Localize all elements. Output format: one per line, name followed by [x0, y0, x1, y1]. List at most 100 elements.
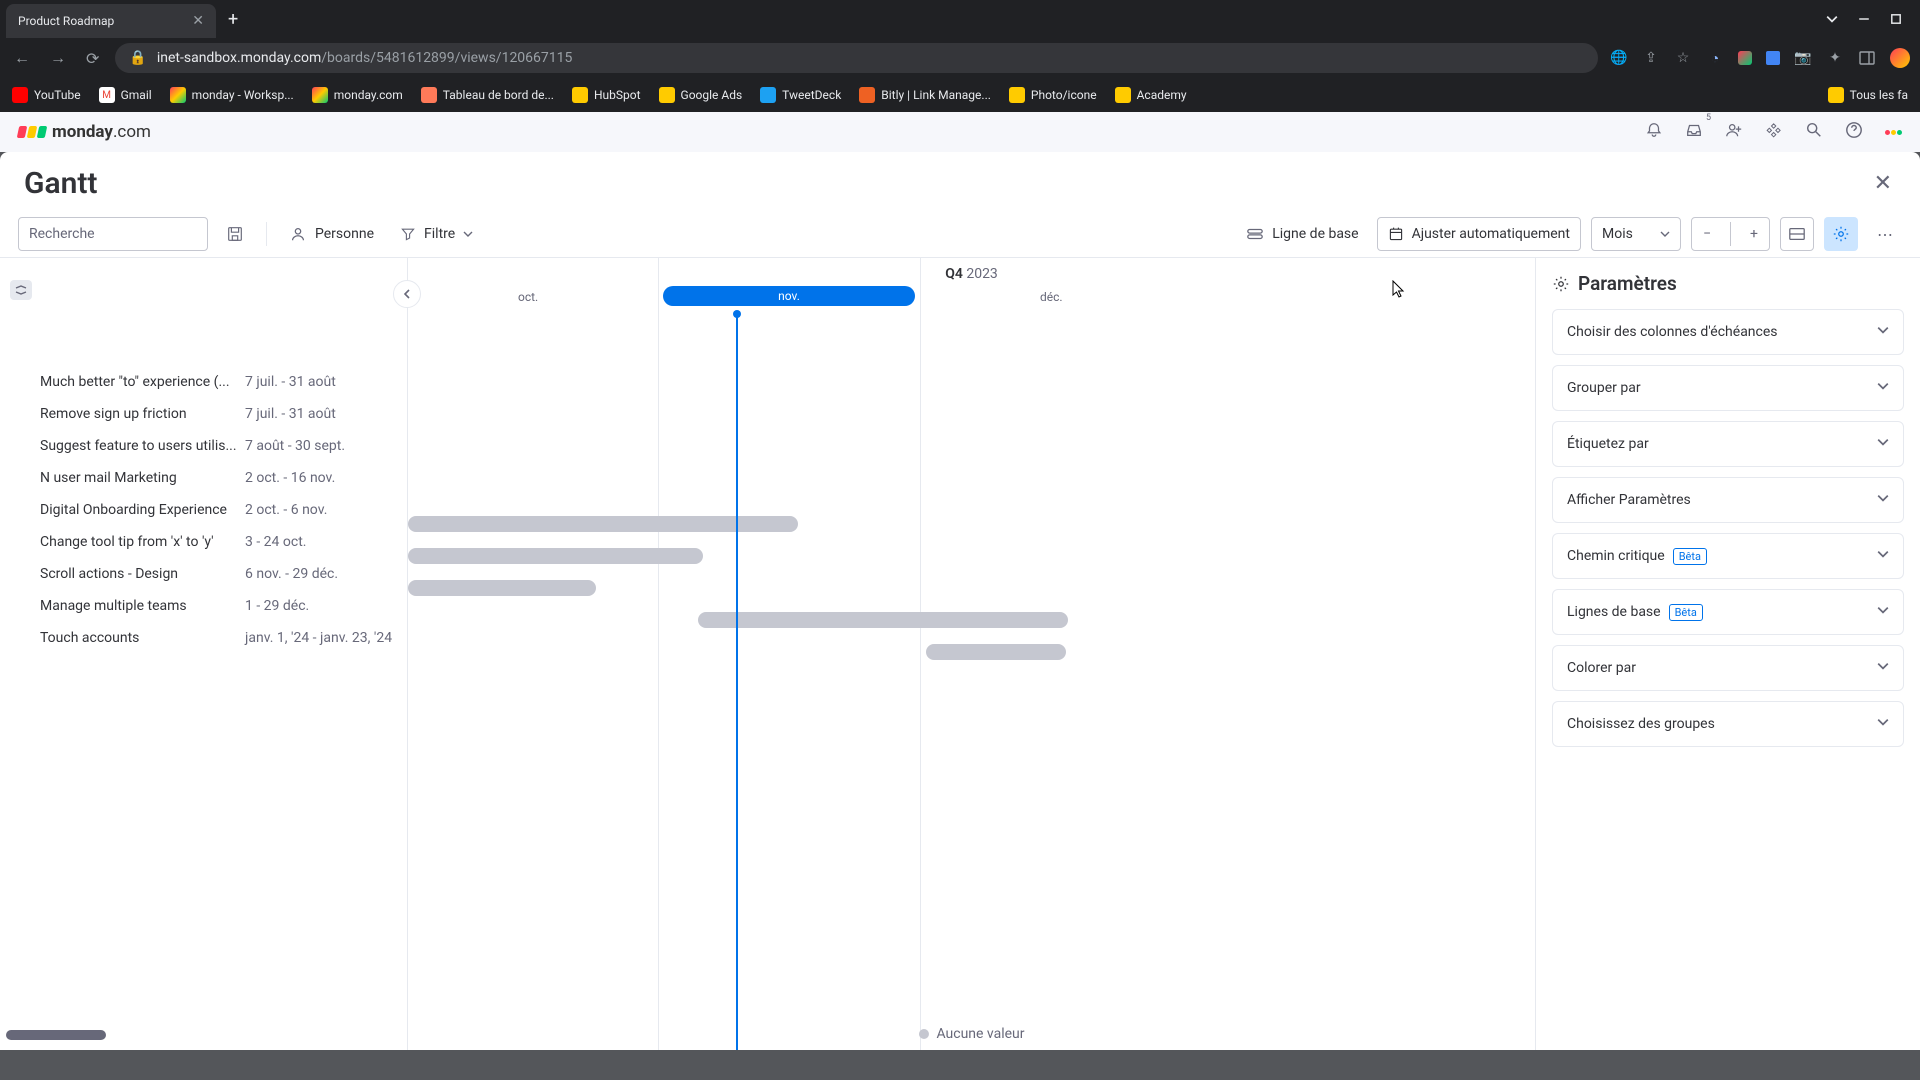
zoom-in-button[interactable]: + — [1739, 217, 1769, 251]
task-row[interactable]: Digital Onboarding Experience2 oct. - 6 … — [0, 494, 407, 526]
back-icon[interactable]: ← — [10, 44, 34, 72]
task-dates: 1 - 29 déc. — [245, 598, 309, 614]
task-row[interactable]: Suggest feature to users utilis...7 août… — [0, 430, 407, 462]
bookmark-item[interactable]: Photo/icone — [1009, 87, 1097, 103]
task-row[interactable]: Manage multiple teams1 - 29 déc. — [0, 590, 407, 622]
legend-dot-icon — [918, 1029, 928, 1039]
task-dates: 2 oct. - 6 nov. — [245, 502, 327, 518]
search-icon[interactable] — [1805, 121, 1823, 143]
settings-item[interactable]: Choisissez des groupes — [1552, 701, 1904, 747]
browser-tab-bar: Product Roadmap ✕ + — [0, 0, 1920, 38]
baseline-button[interactable]: Ligne de base — [1238, 220, 1366, 248]
bookmark-item[interactable]: Tableau de bord de... — [421, 87, 554, 103]
bookmark-star-icon[interactable]: ☆ — [1674, 49, 1692, 67]
chevron-down-icon — [1877, 716, 1889, 732]
gantt-bar[interactable] — [408, 548, 703, 564]
task-row[interactable]: Touch accountsjanv. 1, '24 - janv. 23, '… — [0, 622, 407, 654]
zoom-out-button[interactable]: − — [1692, 217, 1722, 251]
more-icon[interactable]: ⋯ — [1868, 217, 1902, 251]
task-name: Change tool tip from 'x' to 'y' — [40, 534, 245, 550]
gantt-bar[interactable] — [698, 612, 1068, 628]
settings-item-label: Choisissez des groupes — [1567, 716, 1715, 732]
horizontal-scrollbar[interactable] — [6, 1030, 106, 1040]
bookmark-item[interactable]: YouTube — [12, 87, 81, 103]
extension-icon[interactable]: 📷 — [1794, 49, 1812, 67]
chevron-down-icon[interactable] — [1826, 13, 1838, 25]
task-row[interactable]: Change tool tip from 'x' to 'y'3 - 24 oc… — [0, 526, 407, 558]
bookmark-item[interactable]: HubSpot — [572, 87, 641, 103]
invite-icon[interactable] — [1725, 121, 1743, 143]
filtre-button[interactable]: Filtre — [392, 220, 481, 248]
profile-avatar-icon[interactable] — [1890, 48, 1910, 68]
extensions-icon[interactable]: ✦ — [1826, 49, 1844, 67]
bookmark-item[interactable]: monday - Worksp... — [170, 87, 294, 103]
month-label: déc. — [1040, 290, 1063, 304]
task-row[interactable]: Much better "to" experience (...7 juil. … — [0, 366, 407, 398]
extension-icon[interactable] — [1738, 51, 1752, 65]
bookmark-item[interactable]: Google Ads — [659, 87, 743, 103]
browser-tab[interactable]: Product Roadmap ✕ — [6, 4, 216, 38]
bookmark-item[interactable]: monday.com — [312, 87, 403, 103]
gantt-bar[interactable] — [408, 580, 596, 596]
settings-item[interactable]: Chemin critiqueBêta — [1552, 533, 1904, 579]
translate-icon[interactable]: 🌐 — [1610, 49, 1628, 67]
personne-button[interactable]: Personne — [281, 219, 382, 249]
gantt-bar[interactable] — [926, 644, 1066, 660]
settings-item[interactable]: Choisir des colonnes d'échéances — [1552, 309, 1904, 355]
bookmark-item[interactable]: Tous les fa — [1828, 87, 1908, 103]
chevron-down-icon — [1877, 492, 1889, 508]
task-row[interactable]: Scroll actions - Design6 nov. - 29 déc. — [0, 558, 407, 590]
new-tab-button[interactable]: + — [218, 9, 248, 30]
collapse-all-icon[interactable] — [10, 280, 32, 300]
settings-item[interactable]: Lignes de base Bêta — [1552, 589, 1904, 635]
bookmark-item[interactable]: Bitly | Link Manage... — [859, 87, 991, 103]
settings-item-label: Lignes de base — [1567, 604, 1661, 620]
sidepanel-icon[interactable] — [1858, 49, 1876, 67]
settings-item-label: Afficher Paramètres — [1567, 492, 1691, 508]
share-icon[interactable]: ⇪ — [1642, 49, 1660, 67]
task-row[interactable]: Remove sign up friction7 juil. - 31 août — [0, 398, 407, 430]
apps-icon[interactable] — [1765, 121, 1783, 143]
task-dates: 7 août - 30 sept. — [245, 438, 345, 454]
chevron-down-icon — [1660, 229, 1670, 239]
task-name: Suggest feature to users utilis... — [40, 438, 245, 454]
profile-icon[interactable] — [1885, 130, 1902, 135]
reload-icon[interactable]: ⟳ — [82, 45, 103, 72]
url-input[interactable]: 🔒 inet-sandbox.monday.com/boards/5481612… — [115, 43, 1598, 73]
maximize-icon[interactable] — [1890, 13, 1902, 25]
gantt-bar[interactable] — [408, 516, 798, 532]
settings-item[interactable]: Afficher Paramètres — [1552, 477, 1904, 523]
settings-item[interactable]: Colorer par — [1552, 645, 1904, 691]
minimize-icon[interactable] — [1858, 13, 1870, 25]
task-name: Remove sign up friction — [40, 406, 245, 422]
settings-item[interactable]: Grouper par — [1552, 365, 1904, 411]
gear-icon[interactable] — [1824, 217, 1858, 251]
autofit-button[interactable]: Ajuster automatiquement — [1377, 217, 1581, 251]
task-name: Much better "to" experience (... — [40, 374, 245, 390]
bookmark-item[interactable]: Academy — [1115, 87, 1187, 103]
monday-logo[interactable]: monday.com — [18, 122, 151, 142]
save-icon[interactable] — [218, 217, 252, 251]
beta-badge: Bêta — [1669, 604, 1703, 621]
close-tab-icon[interactable]: ✕ — [192, 13, 204, 29]
gantt-timeline[interactable]: Q4 2023 oct. nov. déc. Aucune valeu — [408, 258, 1535, 1050]
split-icon[interactable] — [1780, 217, 1814, 251]
search-input[interactable] — [18, 217, 208, 251]
period-select[interactable]: Mois — [1591, 217, 1681, 251]
search-field[interactable] — [29, 226, 207, 242]
settings-item-label: Grouper par — [1567, 380, 1641, 396]
task-dates: 2 oct. - 16 nov. — [245, 470, 335, 486]
help-icon[interactable] — [1845, 121, 1863, 143]
bookmark-item[interactable]: TweetDeck — [760, 87, 841, 103]
bell-icon[interactable] — [1645, 121, 1663, 143]
inbox-icon[interactable] — [1685, 121, 1703, 143]
bookmark-item[interactable]: MGmail — [99, 87, 152, 103]
task-row[interactable]: N user mail Marketing2 oct. - 16 nov. — [0, 462, 407, 494]
collapse-panel-icon[interactable] — [393, 280, 421, 308]
extension-icon[interactable]: ◔ — [1706, 49, 1724, 67]
close-icon[interactable]: ✕ — [1870, 167, 1896, 200]
forward-icon[interactable]: → — [46, 44, 70, 72]
extension-icon[interactable] — [1766, 51, 1780, 65]
url-path: /boards/5481612899/views/120667115 — [321, 50, 572, 66]
settings-item[interactable]: Étiquetez par — [1552, 421, 1904, 467]
